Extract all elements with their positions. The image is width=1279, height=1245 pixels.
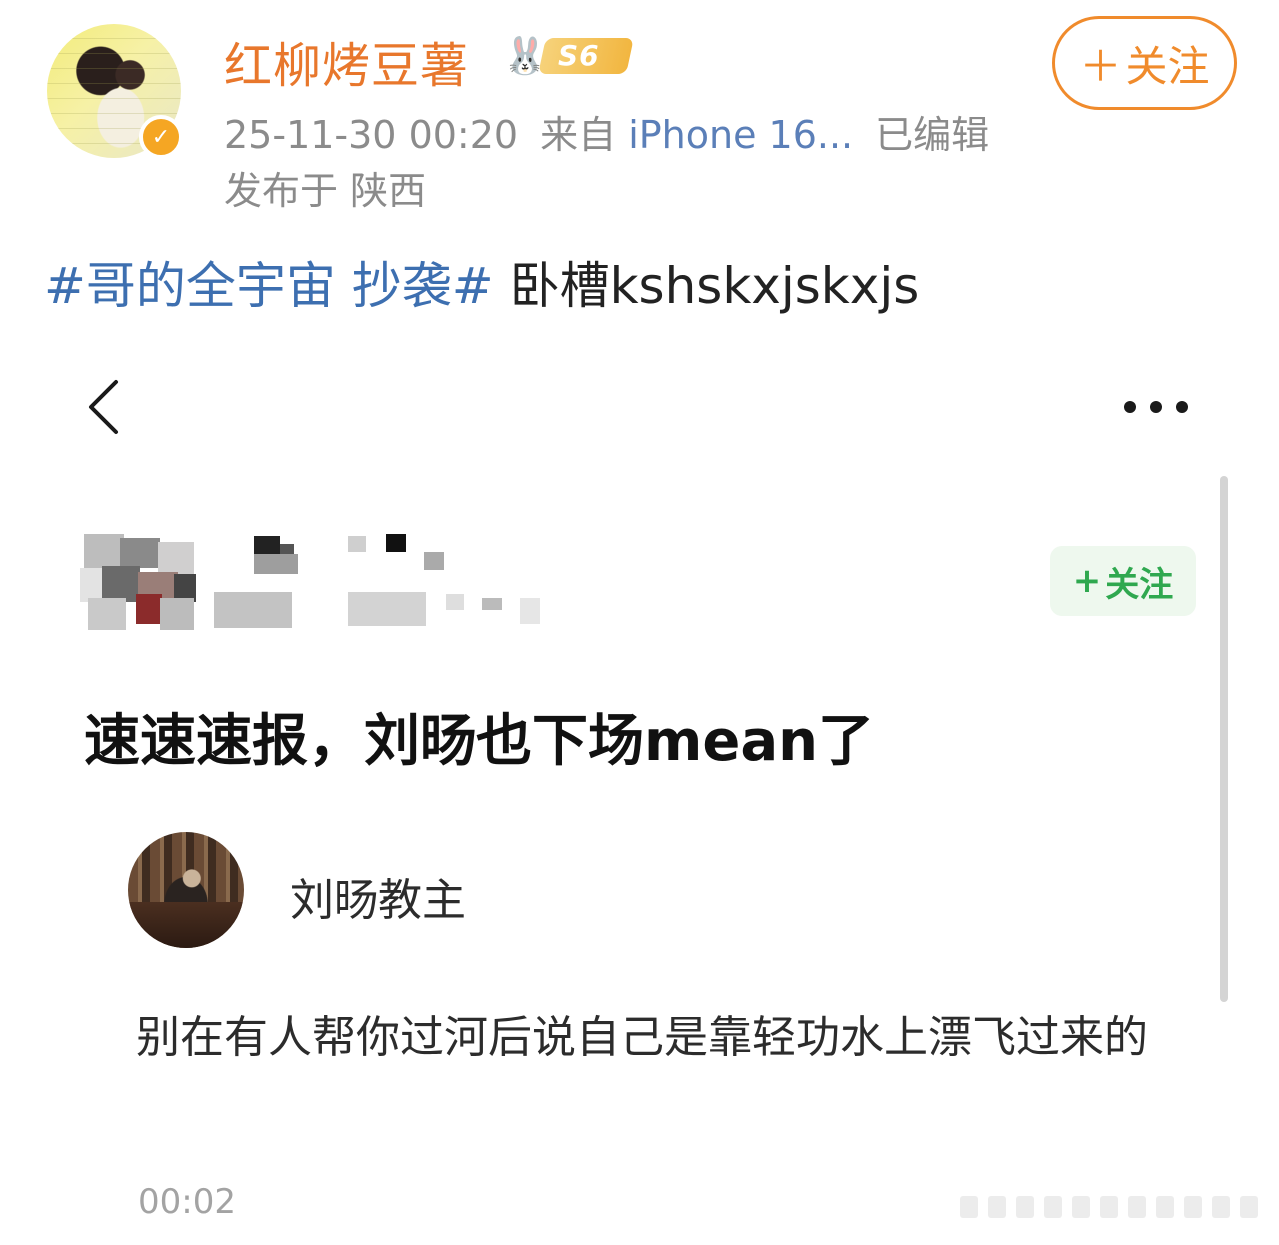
follow-label: 关注 [1125,41,1210,91]
blurred-username [214,534,544,632]
quoted-text: 别在有人帮你过河后说自己是靠轻功水上漂飞过来的 [136,1012,1148,1063]
post-text: #哥的全宇宙 抄袭# 卧槽kshskxjskxjs [44,246,919,318]
plus-icon: ＋ [1079,41,1122,91]
embedded-headline: 速速速报，刘旸也下场mean了 [84,709,874,774]
level-badge: 🐰 S6 [500,30,634,82]
edited-label: 已编辑 [875,113,990,157]
scrollbar[interactable] [1220,476,1228,1002]
post-timestamp: 25-11-30 00:20 [224,113,519,157]
level-label: S6 [558,39,600,72]
verified-badge-icon: ✓ [139,115,183,159]
weibo-post-page: ✓ 红柳烤豆薯 🐰 S6 ＋ 关注 25-11-30 00:20 来自 iPhon… [0,0,1279,1245]
watermark [960,1192,1270,1222]
plus-icon: + [1072,561,1102,601]
back-arrow-icon[interactable] [86,378,120,436]
embedded-follow-button[interactable]: + 关注 [1050,546,1196,616]
post-location: 发布于 陕西 [224,169,427,213]
blurred-avatar [80,534,198,632]
quoted-username[interactable]: 刘旸教主 [290,864,466,928]
source-prefix: 来自 [540,113,617,157]
quoted-user-avatar[interactable] [128,832,244,948]
follow-button[interactable]: ＋ 关注 [1052,16,1237,110]
quoted-time: 00:02 [138,1182,236,1222]
embedded-follow-label: 关注 [1105,564,1174,605]
post-body: 卧槽kshskxjskxjs [493,257,920,315]
username[interactable]: 红柳烤豆薯 [224,26,469,96]
device-link[interactable]: iPhone 16... [628,113,853,157]
topic-link[interactable]: #哥的全宇宙 抄袭# [44,257,494,315]
post-meta: 25-11-30 00:20 来自 iPhone 16... 已编辑 [224,104,989,159]
more-options-icon[interactable] [1124,398,1188,416]
